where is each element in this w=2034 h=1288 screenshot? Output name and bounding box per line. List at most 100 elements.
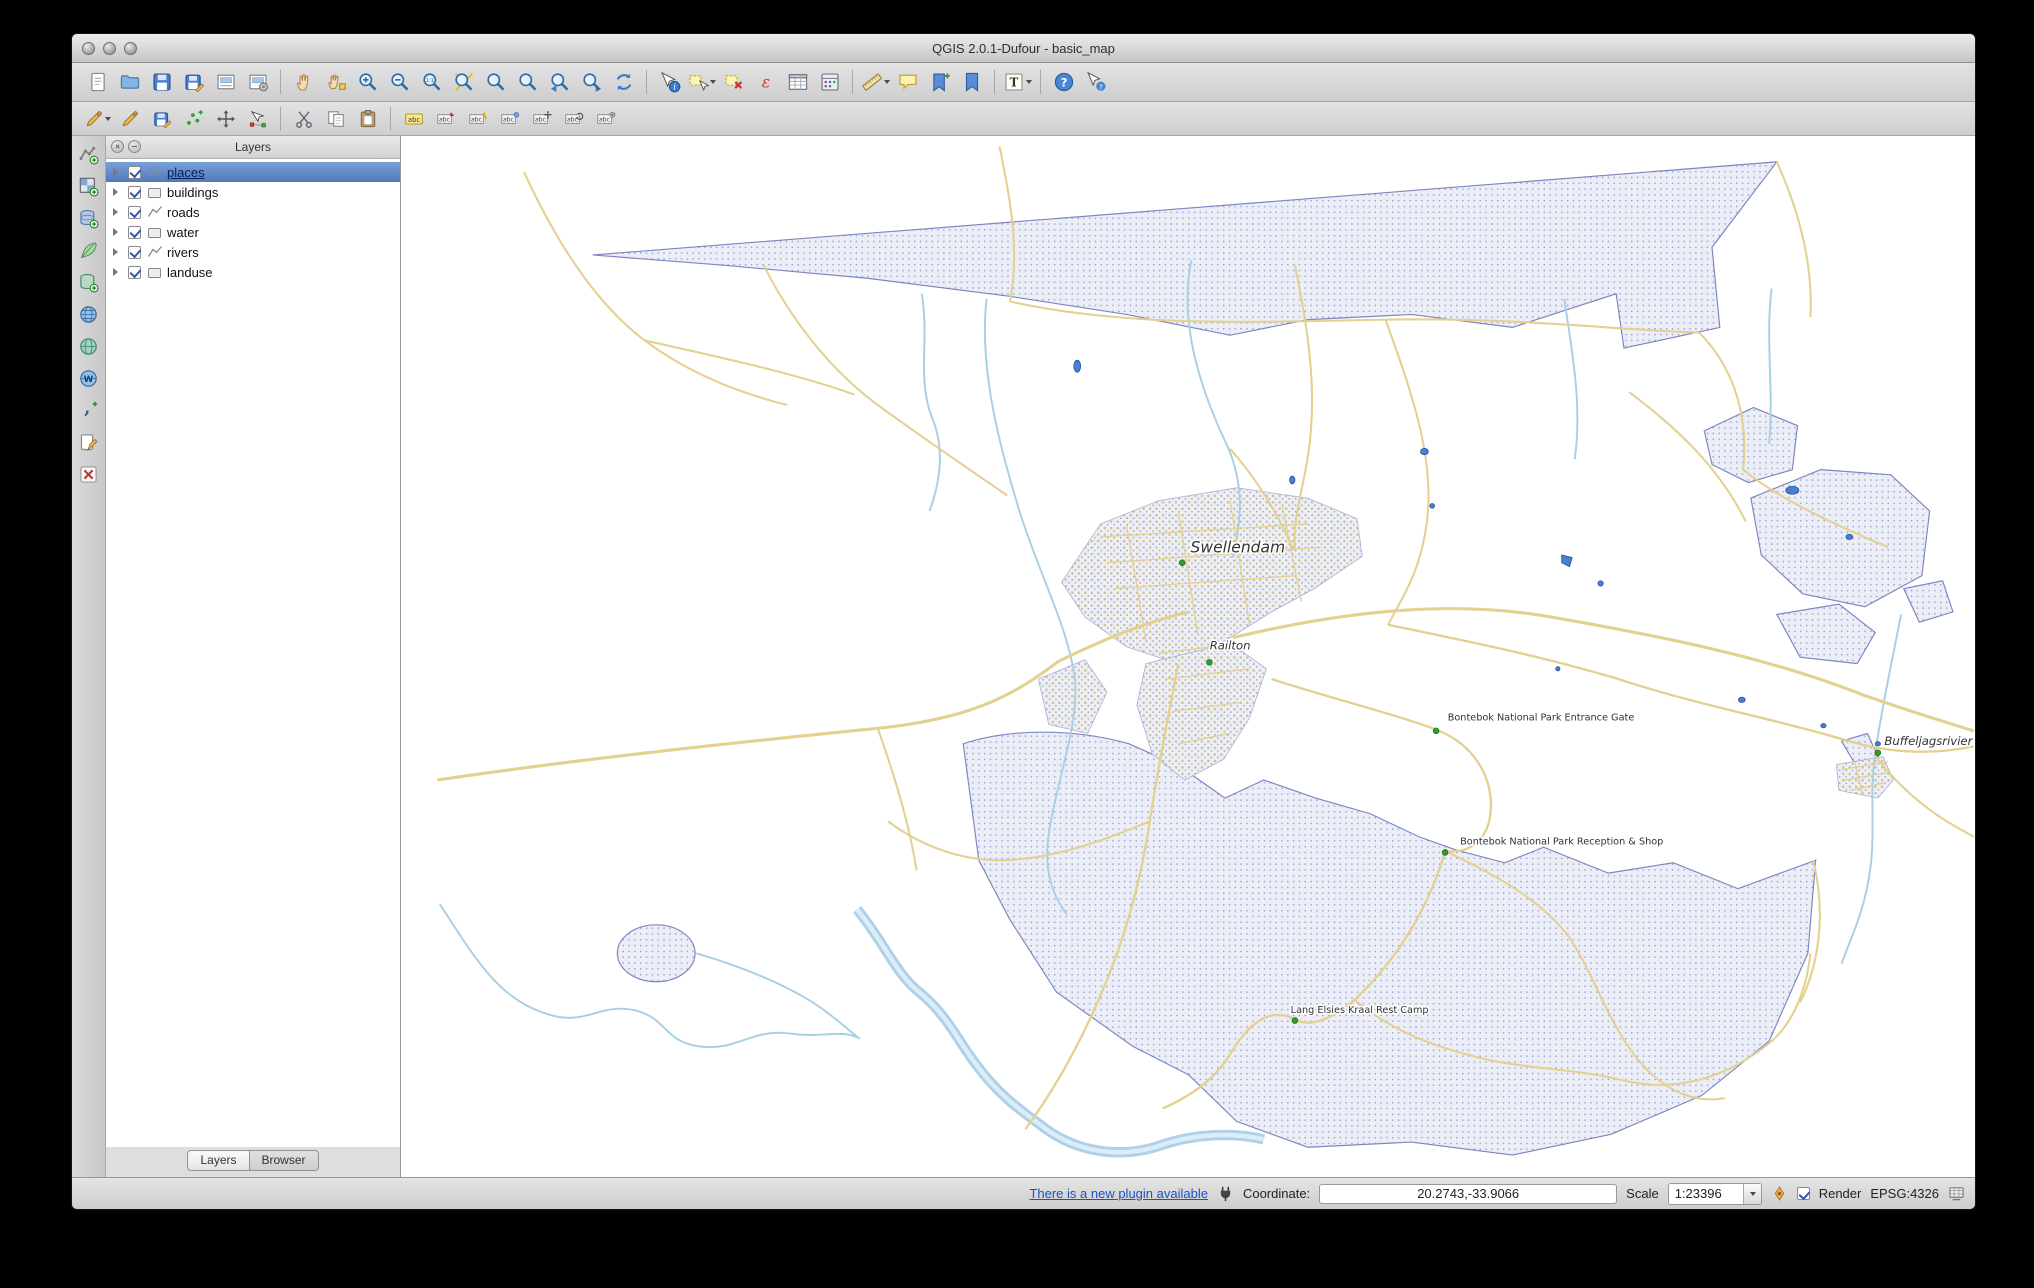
add-wms-layer[interactable] bbox=[75, 301, 103, 327]
plugin-icon[interactable] bbox=[1217, 1185, 1234, 1202]
layer-expand-icon[interactable] bbox=[113, 188, 123, 196]
new-bookmark[interactable] bbox=[924, 68, 955, 96]
add-vector-layer[interactable] bbox=[75, 141, 103, 167]
current-edits[interactable] bbox=[82, 105, 113, 133]
minimize-window-button[interactable] bbox=[103, 41, 116, 55]
layer-row-rivers[interactable]: rivers bbox=[106, 242, 400, 262]
select-by-expression[interactable]: ε bbox=[750, 68, 781, 96]
measure[interactable] bbox=[860, 68, 891, 96]
composer-manager[interactable] bbox=[242, 68, 273, 96]
close-window-button[interactable] bbox=[82, 41, 95, 55]
panel-tab-browser[interactable]: Browser bbox=[249, 1149, 319, 1171]
zoom-next[interactable] bbox=[576, 68, 607, 96]
add-spatialite-layer[interactable] bbox=[75, 237, 103, 263]
zoom-out[interactable] bbox=[384, 68, 415, 96]
highlight-pinned-labels[interactable]: abc bbox=[462, 105, 493, 133]
layer-row-buildings[interactable]: buildings bbox=[106, 182, 400, 202]
identify-features[interactable]: i bbox=[654, 68, 685, 96]
open-project[interactable] bbox=[114, 68, 145, 96]
text-annotation[interactable]: T bbox=[1002, 68, 1033, 96]
add-wfs-layer[interactable]: W bbox=[75, 365, 103, 391]
zoom-to-selection[interactable] bbox=[480, 68, 511, 96]
paste-features[interactable] bbox=[352, 105, 383, 133]
plugin-available-link[interactable]: There is a new plugin available bbox=[1029, 1186, 1208, 1201]
layer-label[interactable]: roads bbox=[167, 205, 200, 220]
save-project[interactable] bbox=[146, 68, 177, 96]
coordinate-input[interactable] bbox=[1319, 1183, 1618, 1204]
layer-row-water[interactable]: water bbox=[106, 222, 400, 242]
layer-label[interactable]: places bbox=[167, 165, 205, 180]
zoom-full[interactable] bbox=[448, 68, 479, 96]
add-delimited-text-layer[interactable]: , bbox=[75, 397, 103, 423]
zoom-in[interactable] bbox=[352, 68, 383, 96]
layer-expand-icon[interactable] bbox=[113, 208, 123, 216]
labeling[interactable]: abc bbox=[398, 105, 429, 133]
help[interactable]: ? bbox=[1048, 68, 1079, 96]
node-tool[interactable] bbox=[242, 105, 273, 133]
layer-expand-icon[interactable] bbox=[113, 228, 123, 236]
layer-label[interactable]: buildings bbox=[167, 185, 218, 200]
new-project[interactable] bbox=[82, 68, 113, 96]
add-wcs-layer[interactable] bbox=[75, 333, 103, 359]
layer-visibility-checkbox[interactable] bbox=[128, 225, 141, 239]
panel-tab-layers[interactable]: Layers bbox=[187, 1149, 250, 1171]
deselect-features[interactable] bbox=[718, 68, 749, 96]
render-checkbox[interactable] bbox=[1796, 1187, 1810, 1200]
layer-visibility-checkbox[interactable] bbox=[128, 245, 141, 259]
remove-layer[interactable] bbox=[75, 461, 103, 487]
layer-expand-icon[interactable] bbox=[113, 168, 123, 176]
refresh-map[interactable] bbox=[608, 68, 639, 96]
whats-this[interactable]: ? bbox=[1080, 68, 1111, 96]
panel-close-icon[interactable] bbox=[111, 140, 124, 153]
move-feature[interactable] bbox=[210, 105, 241, 133]
add-mssql-layer[interactable] bbox=[75, 269, 103, 295]
title-bar[interactable]: QGIS 2.0.1-Dufour - basic_map bbox=[72, 34, 1975, 63]
layer-visibility-checkbox[interactable] bbox=[128, 185, 141, 199]
open-attribute-table[interactable] bbox=[782, 68, 813, 96]
new-print-composer[interactable] bbox=[210, 68, 241, 96]
show-hide-labels[interactable]: abc bbox=[494, 105, 525, 133]
rotate-label[interactable]: abc bbox=[558, 105, 589, 133]
scale-combo[interactable] bbox=[1667, 1182, 1762, 1205]
zoom-actual-size[interactable]: 1:1 bbox=[416, 68, 447, 96]
pan-map[interactable] bbox=[288, 68, 319, 96]
toggle-editing[interactable] bbox=[114, 105, 145, 133]
layer-label[interactable]: rivers bbox=[167, 245, 199, 260]
map-tips[interactable] bbox=[892, 68, 923, 96]
layer-label[interactable]: landuse bbox=[167, 265, 213, 280]
copy-features[interactable] bbox=[320, 105, 351, 133]
layer-row-roads[interactable]: roads bbox=[106, 202, 400, 222]
map-svg[interactable]: Swellendam Railton Bontebok National Park … bbox=[401, 136, 1975, 1177]
add-feature[interactable] bbox=[178, 105, 209, 133]
zoom-to-layer[interactable] bbox=[512, 68, 543, 96]
change-label-properties[interactable]: abc bbox=[590, 105, 621, 133]
show-bookmarks[interactable] bbox=[956, 68, 987, 96]
layer-expand-icon[interactable] bbox=[113, 248, 123, 256]
layer-row-places[interactable]: places bbox=[106, 162, 400, 182]
stop-rendering-icon[interactable] bbox=[1771, 1185, 1788, 1202]
dropdown-caret-icon[interactable] bbox=[1026, 80, 1032, 84]
field-calculator[interactable] bbox=[814, 68, 845, 96]
layer-expand-icon[interactable] bbox=[113, 268, 123, 276]
crs-status-icon[interactable] bbox=[1948, 1185, 1965, 1202]
zoom-window-button[interactable] bbox=[124, 41, 137, 55]
scale-dropdown-icon[interactable] bbox=[1742, 1183, 1761, 1204]
map-canvas[interactable]: Swellendam Railton Bontebok National Park … bbox=[401, 136, 1975, 1177]
zoom-last[interactable] bbox=[544, 68, 575, 96]
layer-row-landuse[interactable]: landuse bbox=[106, 262, 400, 282]
move-label[interactable]: abc bbox=[526, 105, 557, 133]
cut-features[interactable] bbox=[288, 105, 319, 133]
new-shapefile-layer[interactable] bbox=[75, 429, 103, 455]
layer-label[interactable]: water bbox=[167, 225, 199, 240]
layer-visibility-checkbox[interactable] bbox=[128, 205, 141, 219]
pan-to-selection[interactable] bbox=[320, 68, 351, 96]
save-project-as[interactable] bbox=[178, 68, 209, 96]
panel-detach-icon[interactable] bbox=[128, 140, 141, 153]
layer-visibility-checkbox[interactable] bbox=[128, 165, 141, 179]
layer-visibility-checkbox[interactable] bbox=[128, 265, 141, 279]
add-postgis-layer[interactable] bbox=[75, 205, 103, 231]
dropdown-caret-icon[interactable] bbox=[884, 80, 890, 84]
add-raster-layer[interactable] bbox=[75, 173, 103, 199]
dropdown-caret-icon[interactable] bbox=[105, 116, 111, 121]
save-layer-edits[interactable] bbox=[146, 105, 177, 133]
